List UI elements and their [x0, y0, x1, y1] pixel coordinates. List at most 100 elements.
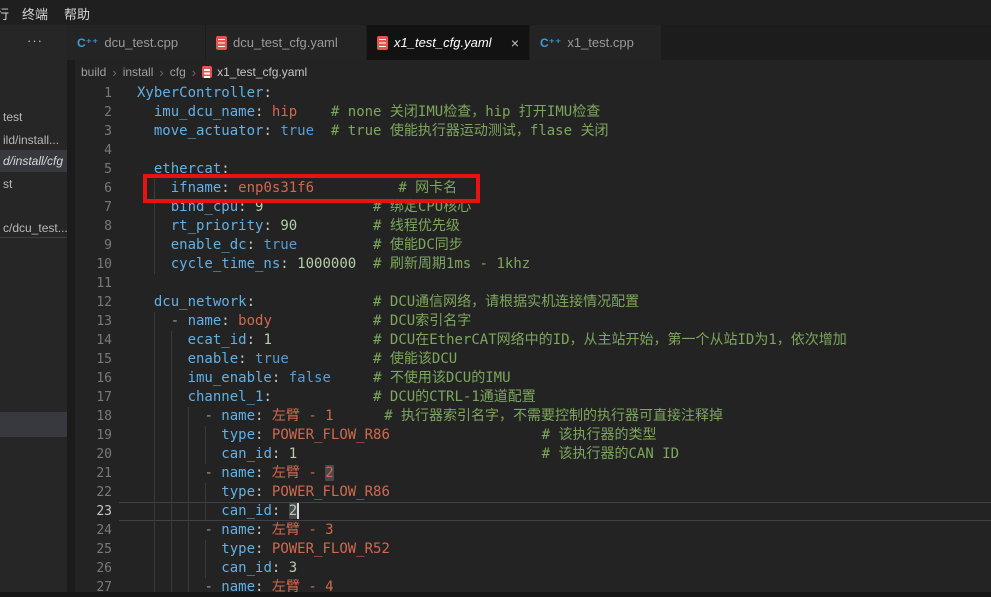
line-number[interactable]: 8	[75, 217, 112, 236]
line-number[interactable]: 25	[75, 540, 112, 559]
line-number[interactable]: 20	[75, 445, 112, 464]
tab-dcu_test_cfg.yaml[interactable]: dcu_test_cfg.yaml	[206, 25, 366, 60]
code-line[interactable]: 27 - name: 左臂 - 4	[75, 578, 991, 597]
code-line[interactable]: 12 dcu_network: # DCU通信网络，请根据实机连接情况配置	[75, 293, 991, 312]
line-number[interactable]: 13	[75, 312, 112, 331]
line-number[interactable]: 14	[75, 331, 112, 350]
code-line[interactable]: 9 enable_dc: true # 使能DC同步	[75, 236, 991, 255]
line-number[interactable]: 27	[75, 578, 112, 597]
code-line[interactable]: 23 can_id: 2	[75, 502, 991, 521]
line-number[interactable]: 3	[75, 122, 112, 141]
code-line[interactable]: 8 rt_priority: 90 # 线程优先级	[75, 217, 991, 236]
menu-item[interactable]: 终端	[22, 4, 48, 23]
code-line[interactable]: 24 - name: 左臂 - 3	[75, 521, 991, 540]
breadcrumb-segment[interactable]: build	[81, 65, 106, 79]
code-line[interactable]: 10 cycle_time_ns: 1000000 # 刷新周期1ms - 1k…	[75, 255, 991, 274]
line-number[interactable]: 4	[75, 141, 112, 160]
line-number[interactable]: 22	[75, 483, 112, 502]
menu-item[interactable]: 行	[0, 4, 9, 23]
breadcrumb-file[interactable]: x1_test_cfg.yaml	[202, 65, 307, 79]
line-number[interactable]: 26	[75, 559, 112, 578]
tab-x1_test_cfg.yaml[interactable]: x1_test_cfg.yaml×	[367, 25, 529, 60]
code-token: -	[204, 408, 221, 424]
sidebar-item[interactable]: d/install/cfg	[3, 154, 63, 168]
sidebar-item[interactable]: st	[3, 177, 12, 191]
code-token: :	[247, 332, 255, 348]
code-token	[137, 522, 204, 538]
code-line[interactable]: 17 channel_1: # DCU的CTRL-1通道配置	[75, 388, 991, 407]
line-number[interactable]: 2	[75, 103, 112, 122]
code-text: rt_priority: 90 # 线程优先级	[137, 217, 460, 236]
line-number[interactable]: 5	[75, 160, 112, 179]
code-token: true	[255, 351, 289, 367]
line-number[interactable]: 11	[75, 274, 112, 293]
line-number[interactable]: 9	[75, 236, 112, 255]
code-token	[137, 180, 171, 196]
code-line[interactable]: 7 bind_cpu: 9 # 绑定CPU核心	[75, 198, 991, 217]
tab-close-icon[interactable]: ×	[511, 36, 519, 50]
line-number[interactable]: 18	[75, 407, 112, 426]
code-token	[247, 199, 255, 215]
code-token: 左臂 - 4	[272, 579, 334, 595]
code-area[interactable]: 1XyberController:2 imu_dcu_name: hip # n…	[75, 84, 991, 597]
sidebar-item[interactable]: test	[3, 110, 22, 124]
code-text: type: POWER_FLOW_R86 # 该执行器的类型	[137, 426, 656, 445]
code-line[interactable]: 26 can_id: 3	[75, 559, 991, 578]
line-number[interactable]: 17	[75, 388, 112, 407]
code-line[interactable]: 3 move_actuator: true # true 使能执行器运动测试，f…	[75, 122, 991, 141]
code-line[interactable]: 2 imu_dcu_name: hip # none 关闭IMU检查，hip 打…	[75, 103, 991, 122]
line-number[interactable]: 10	[75, 255, 112, 274]
line-number[interactable]: 6	[75, 179, 112, 198]
code-token: 1000000	[297, 256, 356, 272]
side-panel[interactable]: ··· test ild/install... d/install/cfg st c/d…	[0, 25, 67, 592]
code-line[interactable]: 13 - name: body # DCU索引名字	[75, 312, 991, 331]
breadcrumb-segment[interactable]: install	[123, 65, 154, 79]
code-token: POWER_FLOW_R86	[272, 427, 390, 443]
code-line[interactable]: 19 type: POWER_FLOW_R86 # 该执行器的类型	[75, 426, 991, 445]
line-number[interactable]: 7	[75, 198, 112, 217]
code-token: POWER_FLOW_R86	[272, 484, 390, 500]
code-line[interactable]: 21 - name: 左臂 - 2	[75, 464, 991, 483]
code-line[interactable]: 11	[75, 274, 991, 293]
menu-item[interactable]: 帮助	[64, 4, 90, 23]
code-text: type: POWER_FLOW_R86	[137, 483, 390, 502]
code-token: true	[280, 123, 314, 139]
code-line[interactable]: 18 - name: 左臂 - 1 # 执行器索引名字，不需要控制的执行器可直接…	[75, 407, 991, 426]
code-line[interactable]: 15 enable: true # 使能该DCU	[75, 350, 991, 369]
code-token: true	[263, 237, 297, 253]
sidebar-highlight-band	[0, 412, 67, 437]
code-line[interactable]: 16 imu_enable: false # 不使用该DCU的IMU	[75, 369, 991, 388]
code-text: - name: body # DCU索引名字	[137, 312, 471, 331]
line-number[interactable]: 21	[75, 464, 112, 483]
text-cursor	[297, 503, 299, 519]
line-number[interactable]: 12	[75, 293, 112, 312]
tab-dcu_test.cpp[interactable]: C⁺⁺dcu_test.cpp	[67, 25, 205, 60]
line-number[interactable]: 1	[75, 84, 112, 103]
sidebar-item[interactable]: c/dcu_test...	[3, 221, 67, 235]
line-number[interactable]: 15	[75, 350, 112, 369]
code-line[interactable]: 6 ifname: enp0s31f6 # 网卡名	[75, 179, 991, 198]
code-text: cycle_time_ns: 1000000 # 刷新周期1ms - 1khz	[137, 255, 530, 274]
line-number[interactable]: 23	[75, 502, 112, 521]
line-number[interactable]: 16	[75, 369, 112, 388]
code-line[interactable]: 22 type: POWER_FLOW_R86	[75, 483, 991, 502]
code-line[interactable]: 1XyberController:	[75, 84, 991, 103]
code-token	[263, 541, 271, 557]
code-token	[280, 370, 288, 386]
code-line[interactable]: 25 type: POWER_FLOW_R52	[75, 540, 991, 559]
line-number[interactable]: 24	[75, 521, 112, 540]
tab-x1_test.cpp[interactable]: C⁺⁺x1_test.cpp	[530, 25, 661, 60]
code-line[interactable]: 14 ecat_id: 1 # DCU在EtherCAT网络中的ID，从主站开始…	[75, 331, 991, 350]
breadcrumb-segment[interactable]: cfg	[170, 65, 186, 79]
code-line[interactable]: 5 ethercat:	[75, 160, 991, 179]
code-token: 90	[280, 218, 297, 234]
panel-editor-gap[interactable]	[67, 60, 75, 592]
code-text: channel_1: # DCU的CTRL-1通道配置	[137, 388, 536, 407]
editor-pane[interactable]: build›install›cfg›x1_test_cfg.yaml 1Xybe…	[75, 60, 991, 592]
code-text: imu_enable: false # 不使用该DCU的IMU	[137, 369, 511, 388]
code-line[interactable]: 20 can_id: 1 # 该执行器的CAN ID	[75, 445, 991, 464]
more-actions-ellipsis-icon[interactable]: ···	[27, 33, 43, 48]
sidebar-item[interactable]: ild/install...	[3, 133, 59, 147]
code-line[interactable]: 4	[75, 141, 991, 160]
line-number[interactable]: 19	[75, 426, 112, 445]
